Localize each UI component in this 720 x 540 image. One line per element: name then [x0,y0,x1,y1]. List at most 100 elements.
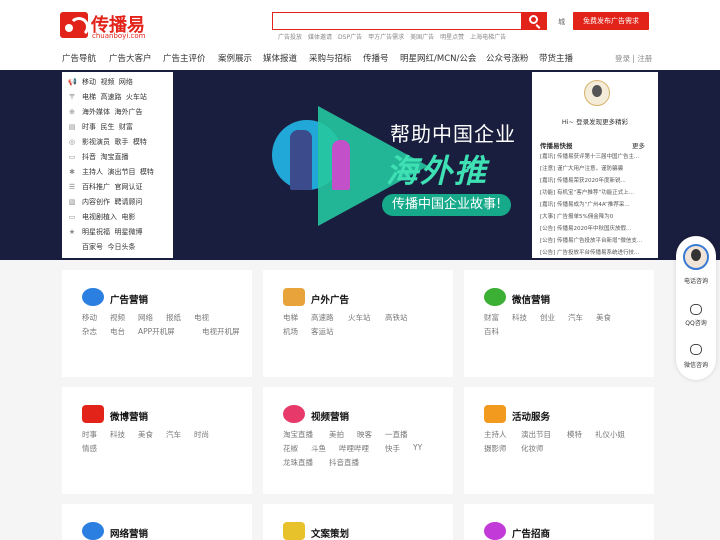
hotkey[interactable]: 明星点赞 [440,34,464,41]
card-tag[interactable]: 摄影师 [484,443,507,454]
consultant-avatar[interactable] [683,244,709,270]
card-title[interactable]: 微信营销 [512,292,550,306]
card-tag[interactable]: 移动 [82,312,97,323]
card-tag[interactable]: 哔哩哔哩 [339,443,369,454]
hotkey[interactable]: 上海电梯广告 [470,34,506,41]
menu-row[interactable]: ★ 明星祝福 明星微博 [68,227,143,237]
category-card[interactable]: 广告招商 [464,504,654,540]
category-card[interactable]: 视频营销 淘宝直播 美拍 映客 一直播 花椒 斗鱼 哔哩哔哩 快手 YY 龙珠直播 抖音直播 [263,387,453,494]
card-tag[interactable]: 杂志 [82,326,97,337]
card-tag[interactable]: 主持人 [484,429,507,440]
nav-item[interactable]: 公众号涨粉 [486,52,529,64]
menu-row[interactable]: ▭ 抖音 淘宝直播 [68,152,129,162]
nav-item[interactable]: 明星网红/MCN/公会 [400,52,476,64]
card-tag[interactable]: 科技 [512,312,527,323]
category-card[interactable]: 微信营销 财富 科技 创业 汽车 美食 百科 [464,270,654,377]
category-card[interactable]: 文案策划 [263,504,453,540]
card-tag[interactable]: 高铁站 [385,312,408,323]
card-title[interactable]: 户外广告 [311,292,349,306]
menu-row[interactable]: 📢 移动 视频 网络 [68,77,133,87]
card-tag[interactable]: 客运站 [311,326,334,337]
card-tag[interactable]: 机场 [283,326,298,337]
card-tag[interactable]: 花椒 [283,443,298,454]
menu-row[interactable]: ◎ 影视演员 歌手 模特 [68,137,147,147]
card-tag[interactable]: 电台 [110,326,125,337]
nav-item[interactable]: 广告主评价 [163,52,206,64]
search-input[interactable] [272,12,522,30]
nav-item[interactable]: 案例展示 [218,52,252,64]
card-tag[interactable]: 火车站 [348,312,371,323]
qq-consult[interactable]: QQ咨询 [676,318,716,327]
category-card[interactable]: 户外广告电梯 高速路 火车站 高铁站机场 客运站 [263,270,453,377]
publish-demand-button[interactable]: 免费发布广告需求 [573,12,649,30]
qq-icon[interactable] [690,304,702,315]
menu-row[interactable]: ▭ 电视剧植入 电影 [68,212,136,222]
card-tag[interactable]: 时事 [82,429,97,440]
menu-row[interactable]: ▧ 内容创作 聘请顾问 [68,197,143,207]
hotkey[interactable]: 媒体邀请 [308,34,332,41]
card-tag[interactable]: 电梯 [283,312,298,323]
news-more-link[interactable]: 更多 [632,140,645,150]
search-button[interactable] [521,12,547,30]
card-tag[interactable]: 斗鱼 [311,443,326,454]
menu-row[interactable]: ☰ 百科推广 官网认证 [68,182,143,192]
card-tag[interactable]: 抖音直播 [329,457,359,468]
card-tag[interactable]: 汽车 [568,312,583,323]
news-item[interactable]: [注意] 谨广大用户注意，谨防骗骗 [540,164,652,172]
brand-logo[interactable]: 传播易 chuanboyi.com [60,10,150,40]
category-card[interactable]: 活动服务 主持人 演出节目 模特 礼仪小姐摄影师 化妆师 [464,387,654,494]
card-tag[interactable]: 创业 [540,312,555,323]
card-tag[interactable]: 龙珠直播 [283,457,313,468]
news-item[interactable]: [公告] 传播易2020年中秋国庆放假... [540,224,652,232]
hotkey[interactable]: 甲方广告需求 [368,34,404,41]
menu-row[interactable]: ✱ 主持人 演出节目 模特 [68,167,154,177]
user-avatar[interactable] [584,80,610,106]
nav-item[interactable]: 媒体报道 [263,52,297,64]
city-selector[interactable]: 城 [558,17,565,27]
card-tag[interactable]: 美食 [138,429,153,440]
wechat-consult[interactable]: 微信咨询 [676,360,716,369]
card-tag[interactable]: 报纸 [166,312,181,323]
menu-row[interactable]: ▤ 时事 民生 财富 [68,122,133,132]
category-card[interactable]: 网络营销 [62,504,252,540]
hotkey[interactable]: 广告投放 [278,34,302,41]
category-card[interactable]: 微博营销 时事 科技 美食 汽车 时尚 情感 [62,387,252,494]
card-tag[interactable]: 科技 [110,429,125,440]
hotkey[interactable]: DSP广告 [338,34,362,41]
phone-consult[interactable]: 电话咨询 [676,276,716,285]
news-item[interactable]: [嘉讯] 传播易获评第十三届中国广告主... [540,152,652,160]
news-item[interactable]: [公告] 传播易广告投放平台新增“微信支... [540,236,652,244]
card-title[interactable]: 广告招商 [512,526,550,540]
nav-item[interactable]: 带货主播 [539,52,573,64]
news-item[interactable]: [嘉讯] 传播易荣获2020年度新锐... [540,176,652,184]
nav-item[interactable]: 广告大客户 [109,52,152,64]
card-tag[interactable]: 百科 [484,326,499,337]
card-tag[interactable]: 网络 [138,312,153,323]
news-item[interactable]: [嘉讯] 传播易成为“广州4A”推荐采... [540,200,652,208]
hotkey[interactable]: 美国广告 [410,34,434,41]
card-tag[interactable]: 情感 [82,443,97,454]
card-title[interactable]: 视频营销 [311,409,349,423]
card-tag[interactable]: 美食 [596,312,611,323]
card-tag[interactable]: APP开机屏 [138,326,175,337]
card-title[interactable]: 活动服务 [512,409,550,423]
card-tag[interactable]: 模特 [567,429,582,440]
news-item[interactable]: [功能] 有机宝“客户推荐”功能正式上... [540,188,652,196]
nav-item[interactable]: 广告导航 [62,52,96,64]
card-tag[interactable]: 淘宝直播 [283,429,313,440]
card-tag[interactable]: 视频 [110,312,125,323]
menu-row[interactable]: 〒电梯 高速路 火车站 [68,92,147,102]
news-item[interactable]: [大事] 广告报单5%佣金降为0 [540,212,652,220]
card-tag[interactable]: 高速路 [311,312,334,323]
card-tag[interactable]: 电视 [194,312,209,323]
card-tag[interactable]: 演出节目 [521,429,551,440]
news-item[interactable]: [公告] 广告投放平台传播易系统进行技... [540,248,652,256]
card-tag[interactable]: 化妆师 [521,443,544,454]
nav-item[interactable]: 传播号 [363,52,389,64]
card-tag[interactable]: 礼仪小姐 [595,429,625,440]
register-link[interactable]: 注册 [637,54,652,63]
card-tag[interactable]: YY [413,443,422,452]
card-title[interactable]: 网络营销 [110,526,148,540]
card-title[interactable]: 广告营销 [110,292,148,306]
card-tag[interactable]: 时尚 [194,429,209,440]
